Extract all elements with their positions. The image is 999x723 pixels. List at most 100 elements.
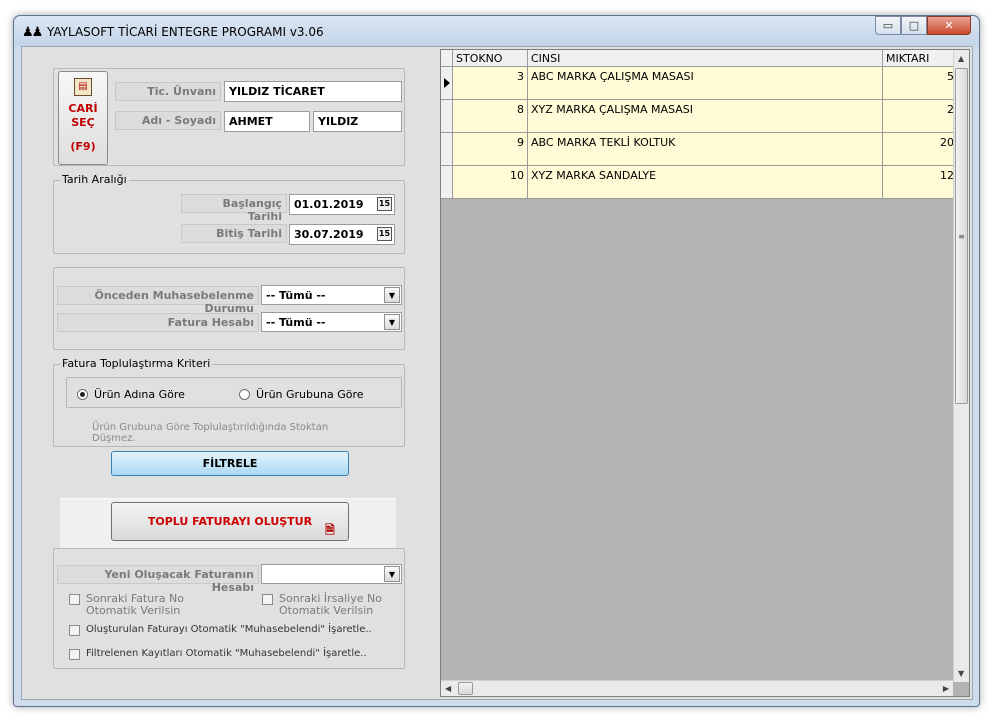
toplu-fatura-button[interactable]: TOPLU FATURAYI OLUŞTUR 🗎 [111,502,349,541]
col-cinsi[interactable]: CINSI [528,50,883,67]
muhasebe-label: Önceden Muhasebelenme Durumu [57,286,259,315]
fatura-hesabi-value: -- Tümü -- [266,316,326,329]
cell-stokno[interactable]: 9 [453,133,528,166]
vertical-scrollbar[interactable]: ▲ ≡ ▼ [953,50,969,682]
scroll-down-icon[interactable]: ▼ [958,669,964,678]
cell-miktari[interactable]: 12 [883,166,958,199]
scroll-right-icon[interactable]: ▶ [943,684,949,693]
checkbox-icon [262,594,273,605]
scroll-up-icon[interactable]: ▲ [958,54,964,63]
row-indicator [441,133,453,166]
unvan-label: Tic. Ünvanı [115,82,221,101]
radio-selected-icon [77,389,88,400]
fatura-hesabi-select[interactable]: -- Tümü -- ▼ [261,312,402,332]
cari-button-line1: CARİ [68,102,98,115]
maximize-button[interactable]: □ [901,16,927,35]
muhasebe-select[interactable]: -- Tümü -- ▼ [261,285,402,305]
adsoyad-label: Adı - Soyadı [115,111,221,130]
calendar-icon[interactable]: 15 [377,227,392,241]
toplu-fatura-label: TOPLU FATURAYI OLUŞTUR [147,515,313,528]
cell-miktari[interactable]: 2 [883,100,958,133]
kriter-legend: Fatura Toplulaştırma Kriteri [60,357,213,370]
window-controls: ▭ □ ✕ [875,16,971,36]
filtrele-button[interactable]: FİLTRELE [111,451,349,476]
fatura-hesabi-label: Fatura Hesabı [57,313,259,332]
baslangic-date-field[interactable]: 01.01.2019 15 [289,194,395,215]
cari-button-line3: (F9) [70,140,96,153]
radio-urun-adi[interactable]: Ürün Adına Göre [77,388,185,401]
chevron-down-icon[interactable]: ▼ [384,287,400,303]
radio-urun-grubu-label: Ürün Grubuna Göre [256,388,364,401]
cell-cinsi[interactable]: XYZ MARKA ÇALIŞMA MASASI [528,100,883,133]
chk-irsaliye-no[interactable]: Sonraki İrsaliye No Otomatik Verilsin [262,593,402,617]
vertical-scroll-thumb[interactable]: ≡ [955,68,968,404]
chk-filtrelenen-label: Filtrelenen Kayıtları Otomatik "Muhasebe… [86,648,367,659]
radio-urun-adi-label: Ürün Adına Göre [94,388,185,401]
maximize-icon: □ [908,19,920,32]
row-indicator-icon [441,67,453,100]
tarih-legend: Tarih Aralığı [60,173,129,186]
chk-olusturulan[interactable]: Oluşturulan Faturayı Otomatik "Muhasebel… [69,624,409,636]
minimize-icon: ▭ [882,19,894,32]
radio-unselected-icon [239,389,250,400]
grid-header-indicator [441,50,453,67]
table-row[interactable]: 8 XYZ MARKA ÇALIŞMA MASASI 2 [441,100,958,133]
kriter-note: Ürün Grubuna Göre Toplulaştırıldığında S… [92,422,329,444]
cell-cinsi[interactable]: ABC MARKA ÇALIŞMA MASASI [528,67,883,100]
chevron-down-icon[interactable]: ▼ [384,566,400,582]
muhasebe-value: -- Tümü -- [266,289,326,302]
title-bar[interactable]: ♟♟ YAYLASOFT TİCARİ ENTEGRE PROGRAMI v3.… [14,16,979,46]
soyad-field[interactable]: YILDIZ [313,111,402,132]
chk-fatura-no-label: Sonraki Fatura No Otomatik Verilsin [86,592,184,617]
stok-grid[interactable]: STOKNO CINSI MIKTARI 3 ABC MARKA ÇALIŞMA… [440,49,970,697]
checkbox-icon [69,625,80,636]
scroll-left-icon[interactable]: ◀ [445,684,451,693]
radio-urun-grubu[interactable]: Ürün Grubuna Göre [239,388,364,401]
unvan-field[interactable]: YILDIZ TİCARET [224,81,402,102]
cell-miktari[interactable]: 5 [883,67,958,100]
yeni-hesap-label: Yeni Oluşacak Faturanın Hesabı [57,565,259,594]
calendar-icon[interactable]: 15 [377,197,392,211]
minimize-button[interactable]: ▭ [875,16,901,35]
cell-stokno[interactable]: 10 [453,166,528,199]
cell-cinsi[interactable]: ABC MARKA TEKLİ KOLTUK [528,133,883,166]
cell-cinsi[interactable]: XYZ MARKA SANDALYE [528,166,883,199]
checkbox-icon [69,594,80,605]
cari-button-line2: SEÇ [71,116,95,129]
cell-stokno[interactable]: 8 [453,100,528,133]
horizontal-scroll-thumb[interactable] [458,682,473,695]
close-icon: ✕ [944,19,954,32]
invoice-icon: ▤ [74,78,92,96]
baslangic-value: 01.01.2019 [294,198,364,211]
table-row[interactable]: 3 ABC MARKA ÇALIŞMA MASASI 5 [441,67,958,100]
grid-header: STOKNO CINSI MIKTARI [441,50,958,67]
col-miktari[interactable]: MIKTARI [883,50,958,67]
chk-olusturulan-label: Oluşturulan Faturayı Otomatik "Muhasebel… [86,624,372,635]
people-icon: ♟♟ [22,25,43,40]
checkbox-icon [69,649,80,660]
chevron-down-icon[interactable]: ▼ [384,314,400,330]
cari-sec-button[interactable]: ▤ CARİ SEÇ (F9) [58,71,108,165]
bitis-value: 30.07.2019 [294,228,364,241]
chk-fatura-no[interactable]: Sonraki Fatura No Otomatik Verilsin [69,593,219,617]
row-indicator [441,166,453,199]
table-row[interactable]: 10 XYZ MARKA SANDALYE 12 [441,166,958,199]
yeni-hesap-select[interactable]: ▼ [261,564,402,584]
close-button[interactable]: ✕ [927,16,971,35]
baslangic-label: Başlangıç Tarihi [181,194,287,223]
document-add-icon: 🗎 [325,523,335,537]
chk-filtrelenen[interactable]: Filtrelenen Kayıtları Otomatik "Muhasebe… [69,648,409,660]
col-stokno[interactable]: STOKNO [453,50,528,67]
main-window: ♟♟ YAYLASOFT TİCARİ ENTEGRE PROGRAMI v3.… [13,15,980,707]
cell-miktari[interactable]: 20 [883,133,958,166]
ad-field[interactable]: AHMET [224,111,310,132]
horizontal-scrollbar[interactable]: ◀ ▶ [441,680,953,696]
chk-irsaliye-no-label: Sonraki İrsaliye No Otomatik Verilsin [279,592,382,617]
window-title: YAYLASOFT TİCARİ ENTEGRE PROGRAMI v3.06 [47,25,324,39]
client-area: ▤ CARİ SEÇ (F9) Tic. Ünvanı YILDIZ TİCAR… [21,46,973,700]
cell-stokno[interactable]: 3 [453,67,528,100]
row-indicator [441,100,453,133]
table-row[interactable]: 9 ABC MARKA TEKLİ KOLTUK 20 [441,133,958,166]
bitis-label: Bitiş Tarihi [181,224,287,243]
bitis-date-field[interactable]: 30.07.2019 15 [289,224,395,245]
